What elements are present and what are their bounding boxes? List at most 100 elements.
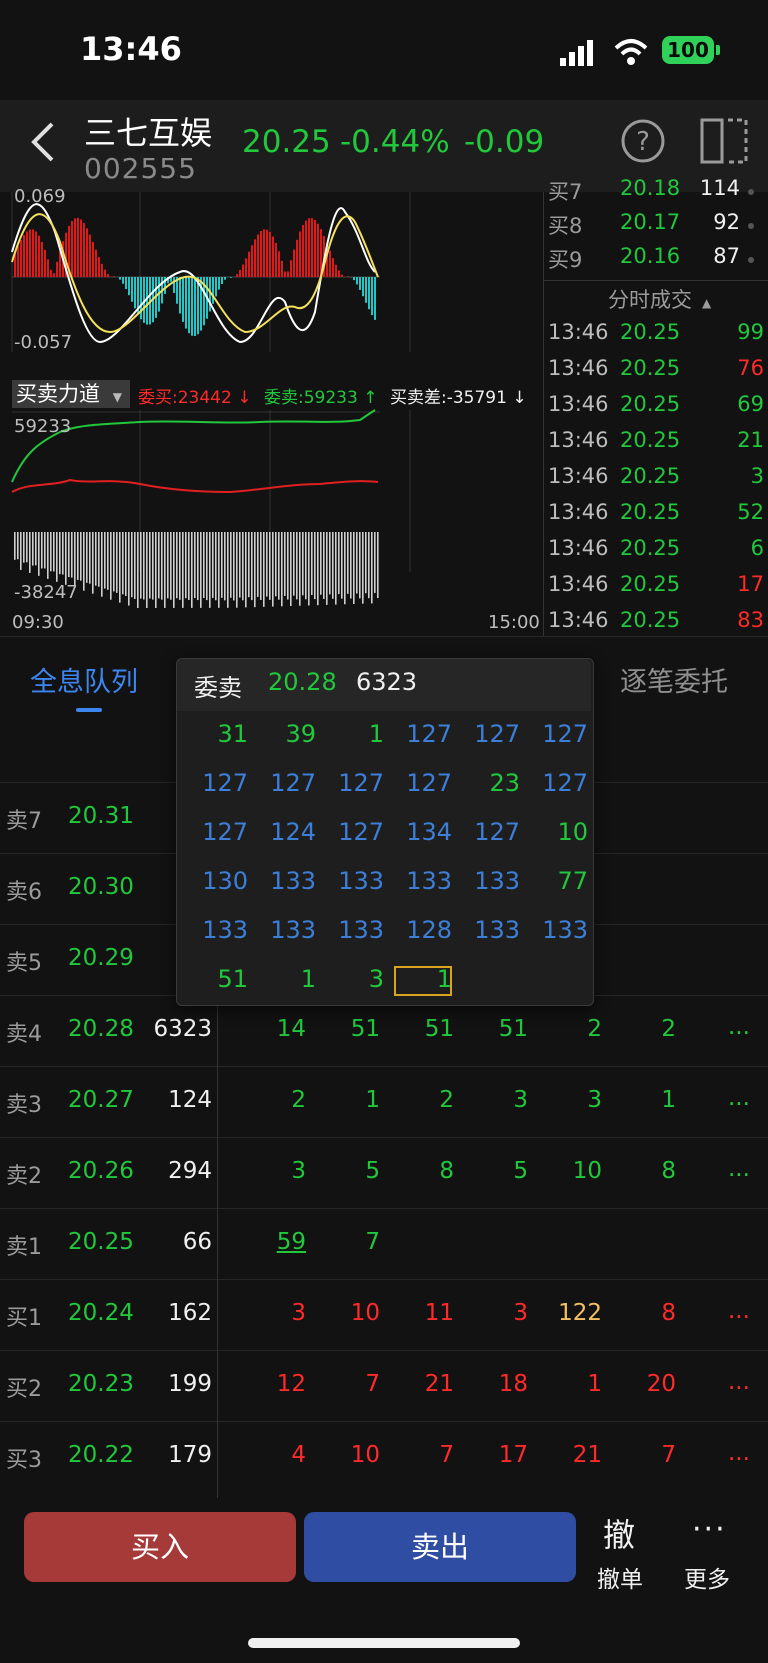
popup-order-size[interactable]: 127 [460,720,520,748]
queue-order-size[interactable]: 3 [542,1087,602,1113]
home-indicator[interactable] [248,1638,520,1648]
popup-order-size[interactable]: 124 [256,818,316,846]
queue-order-size[interactable]: 5 [468,1158,528,1184]
more-queue-indicator[interactable]: ... [728,1156,750,1182]
queue-order-size[interactable]: 1 [320,1087,380,1113]
popup-order-size[interactable]: 127 [392,769,452,797]
queue-order-size[interactable]: 3 [468,1300,528,1326]
more-button[interactable]: 更多 [684,1560,730,1594]
order-book-row[interactable]: 买1 20.24 162 3 10 11 3 122 8... [0,1279,768,1350]
queue-order-size[interactable]: 21 [394,1371,454,1397]
popup-order-size[interactable]: 127 [392,720,452,748]
indicator-selector[interactable]: 买卖力道 ▼ [12,380,130,408]
popup-order-size[interactable]: 133 [460,916,520,944]
queue-order-size[interactable]: 8 [616,1158,676,1184]
more-icon[interactable]: ··· [692,1512,727,1547]
bid-level-row[interactable]: 买7 20.18 114 [548,176,758,210]
popup-order-size[interactable]: 77 [528,867,588,895]
queue-order-size[interactable]: 122 [542,1300,602,1326]
bid-level-row[interactable]: 买9 20.16 87 [548,244,758,278]
cancel-order-icon[interactable]: 撤 [603,1510,635,1556]
switch-layout-icon[interactable] [700,118,750,164]
queue-order-size[interactable]: 17 [468,1442,528,1468]
popup-order-size[interactable]: 133 [392,867,452,895]
queue-order-size[interactable]: 8 [394,1158,454,1184]
queue-order-size[interactable]: 3 [468,1087,528,1113]
popup-order-size[interactable]: 127 [460,818,520,846]
tab-full-queue[interactable]: 全息队列 [30,660,138,699]
popup-order-size[interactable]: 133 [188,916,248,944]
order-book-row[interactable]: 买3 20.22 179 4 10 7 17 21 7... [0,1421,768,1492]
tab-order-by-order[interactable]: 逐笔委托 [620,660,728,699]
queue-order-size[interactable]: 7 [616,1442,676,1468]
queue-order-size[interactable]: 12 [246,1371,306,1397]
more-queue-indicator[interactable]: ... [728,1298,750,1324]
cancel-order-button[interactable]: 撤单 [597,1560,643,1594]
popup-order-size[interactable]: 128 [392,916,452,944]
trade-ticker-header[interactable]: 分时成交 ▲ [608,284,711,314]
more-queue-indicator[interactable]: ... [728,1085,750,1111]
more-queue-indicator[interactable]: ... [728,1014,750,1040]
order-book-row[interactable]: 卖1 20.25 66 59 7 [0,1208,768,1279]
help-icon[interactable]: ? [620,118,666,164]
queue-order-size[interactable]: 4 [246,1442,306,1468]
popup-order-size[interactable]: 134 [392,818,452,846]
queue-order-size[interactable]: 51 [394,1016,454,1042]
popup-order-size[interactable]: 127 [324,818,384,846]
back-arrow-icon[interactable] [28,120,58,164]
popup-order-size[interactable]: 127 [528,720,588,748]
popup-order-size[interactable]: 31 [188,720,248,748]
queue-order-size[interactable]: 7 [320,1371,380,1397]
queue-order-size[interactable]: 51 [468,1016,528,1042]
queue-order-size[interactable]: 2 [246,1087,306,1113]
popup-order-size[interactable]: 10 [528,818,588,846]
popup-order-size[interactable]: 3 [324,965,384,993]
queue-order-size[interactable]: 2 [394,1087,454,1113]
queue-order-size[interactable]: 14 [246,1016,306,1042]
queue-order-size[interactable]: 1 [616,1087,676,1113]
popup-order-size[interactable]: 1 [324,720,384,748]
popup-order-size[interactable]: 130 [188,867,248,895]
popup-order-size[interactable]: 133 [256,916,316,944]
queue-order-size[interactable]: 8 [616,1300,676,1326]
queue-order-size[interactable]: 1 [542,1371,602,1397]
queue-order-size[interactable]: 3 [246,1300,306,1326]
queue-order-size[interactable]: 7 [394,1442,454,1468]
queue-order-size[interactable]: 59 [246,1229,306,1255]
queue-order-size[interactable]: 18 [468,1371,528,1397]
queue-order-size[interactable]: 5 [320,1158,380,1184]
buy-button[interactable]: 买入 [24,1512,296,1582]
popup-order-size[interactable]: 127 [528,769,588,797]
popup-order-size[interactable]: 133 [324,867,384,895]
order-book-row[interactable]: 买2 20.23 199 12 7 21 18 1 20... [0,1350,768,1421]
popup-order-size[interactable]: 127 [256,769,316,797]
popup-order-size[interactable]: 127 [188,769,248,797]
popup-order-size[interactable]: 1 [256,965,316,993]
popup-order-size[interactable]: 133 [256,867,316,895]
popup-order-size[interactable]: 127 [188,818,248,846]
more-queue-indicator[interactable]: ... [728,1440,750,1466]
sell-button[interactable]: 卖出 [304,1512,576,1582]
popup-order-size[interactable]: 133 [528,916,588,944]
queue-order-size[interactable]: 20 [616,1371,676,1397]
queue-order-size[interactable]: 51 [320,1016,380,1042]
more-queue-indicator[interactable]: ... [728,1369,750,1395]
order-book-row[interactable]: 卖3 20.27 124 2 1 2 3 3 1... [0,1066,768,1137]
queue-order-size[interactable]: 10 [320,1300,380,1326]
popup-order-size[interactable]: 51 [188,965,248,993]
order-book-row[interactable]: 卖2 20.26 294 3 5 8 5 10 8... [0,1137,768,1208]
queue-order-size[interactable]: 11 [394,1300,454,1326]
popup-order-size[interactable]: 127 [324,769,384,797]
queue-order-size[interactable]: 2 [542,1016,602,1042]
popup-order-size[interactable]: 23 [460,769,520,797]
queue-order-size[interactable]: 10 [542,1158,602,1184]
popup-order-size[interactable]: 133 [324,916,384,944]
bid-level-row[interactable]: 买8 20.17 92 [548,210,758,244]
popup-order-size[interactable]: 39 [256,720,316,748]
queue-order-size[interactable]: 7 [320,1229,380,1255]
popup-order-size[interactable]: 133 [460,867,520,895]
queue-order-size[interactable]: 2 [616,1016,676,1042]
queue-order-size[interactable]: 3 [246,1158,306,1184]
queue-order-size[interactable]: 10 [320,1442,380,1468]
queue-order-size[interactable]: 21 [542,1442,602,1468]
